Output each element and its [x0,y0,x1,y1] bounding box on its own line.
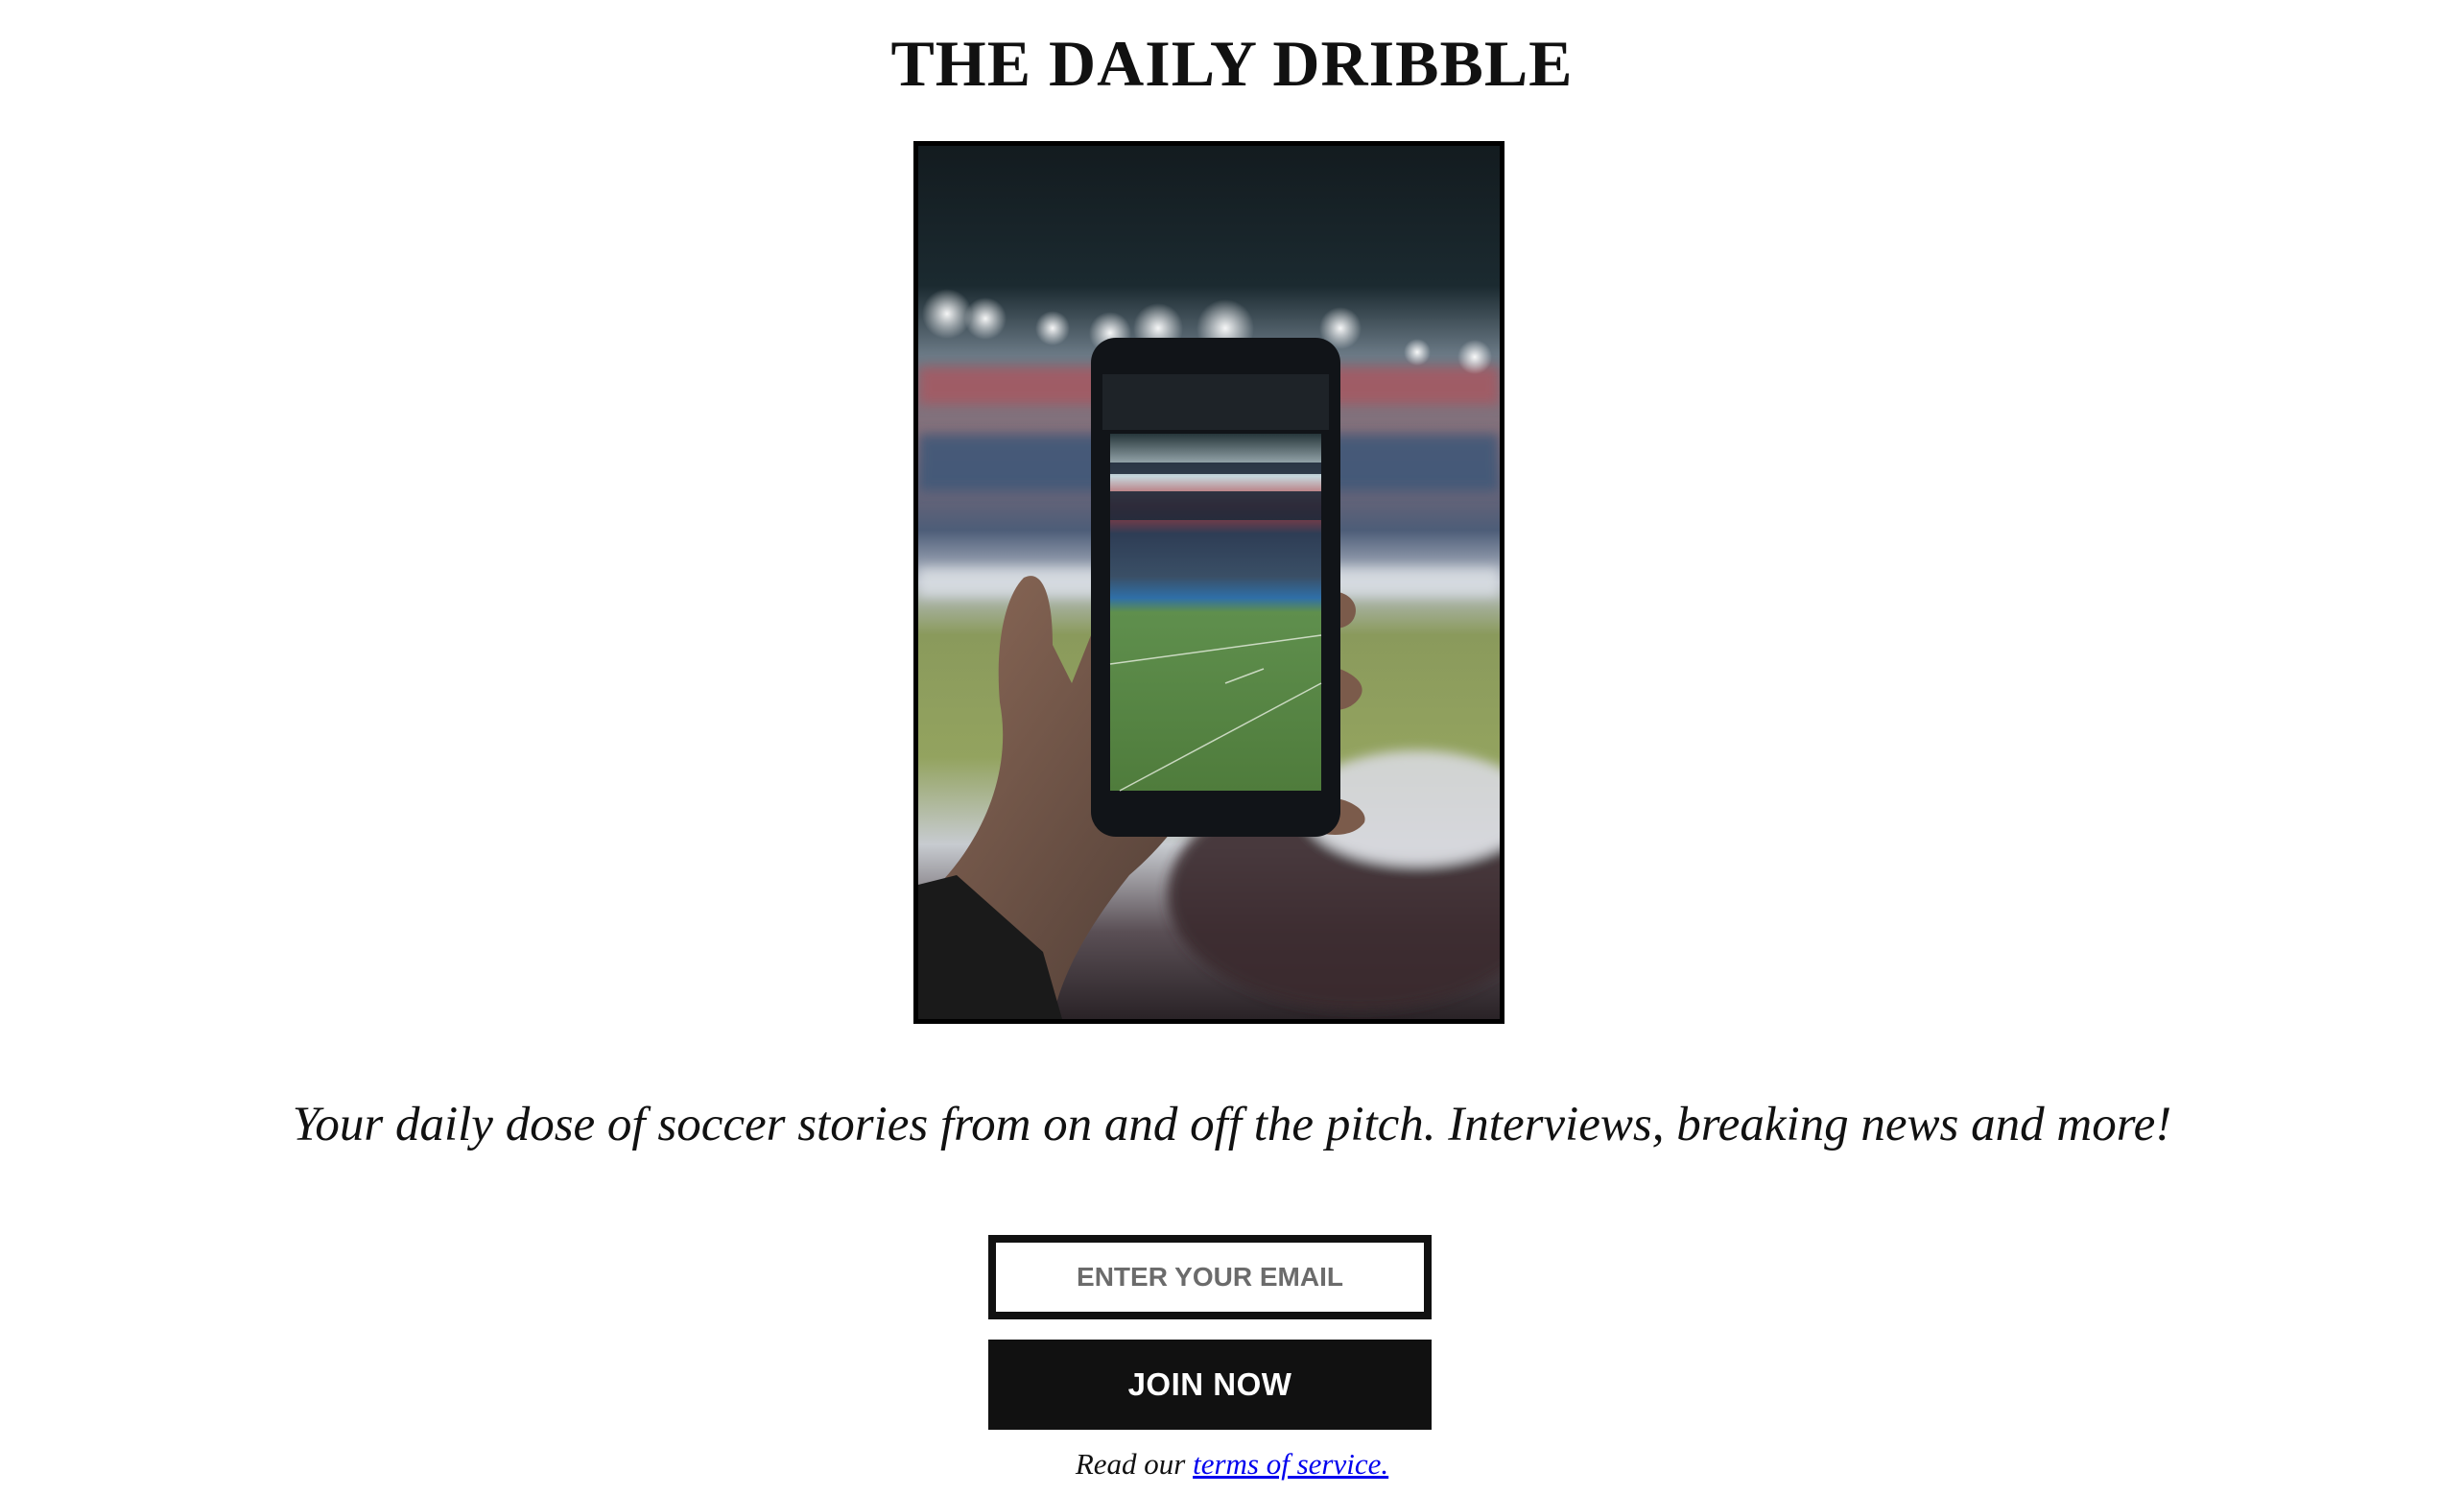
hero-photo [918,146,1500,1019]
email-field[interactable] [988,1235,1432,1319]
terms-prefix: Read our [1075,1447,1194,1481]
join-now-button[interactable]: JOIN NOW [988,1340,1432,1430]
hero-image [913,141,1504,1024]
terms-notice: Read our terms of service. [0,1443,2464,1485]
page: THE DAILY DRIBBLE Your daily dose of soc… [0,0,2464,1495]
terms-of-service-link[interactable]: terms of service. [1193,1447,1388,1481]
tagline: Your daily dose of soccer stories from o… [292,1098,2172,1151]
page-title: THE DAILY DRIBBLE [890,27,1574,100]
